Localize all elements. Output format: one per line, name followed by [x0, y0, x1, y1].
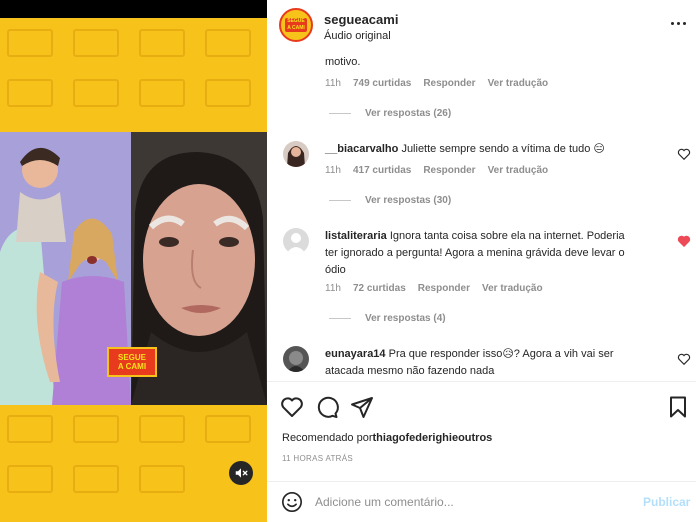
- emoji-icon[interactable]: [281, 491, 303, 513]
- view-replies-button[interactable]: Ver respostas (26): [329, 108, 451, 119]
- comment-input[interactable]: [315, 493, 635, 511]
- comment-time[interactable]: 11h: [325, 165, 341, 176]
- audio-label[interactable]: Áudio original: [324, 30, 391, 42]
- comment-text: __biacarvalho Juliette sempre sendo a ví…: [325, 143, 605, 155]
- comment-time[interactable]: 11h: [325, 78, 341, 89]
- comments-list[interactable]: motivo. 11h 749 curtidas Responder Ver t…: [267, 50, 696, 382]
- publish-button[interactable]: Publicar: [643, 495, 690, 509]
- comment-text: eunayara14 Pra que responder isso😥? Agor…: [325, 348, 614, 377]
- comment-username[interactable]: eunayara14: [325, 348, 386, 360]
- comment-meta: 11h 417 curtidas Responder Ver tradução: [325, 165, 548, 176]
- comment-time[interactable]: 11h: [325, 283, 341, 294]
- heart-icon[interactable]: [280, 395, 304, 419]
- avatar[interactable]: SEGUE A CAMI: [279, 8, 313, 42]
- more-options-button[interactable]: [668, 16, 688, 30]
- speaker-muted-icon: [235, 468, 248, 478]
- reply-button[interactable]: Responder: [423, 165, 475, 176]
- avatar[interactable]: [283, 141, 309, 167]
- comment-username[interactable]: listaliteraria: [325, 230, 387, 242]
- translate-button[interactable]: Ver tradução: [482, 283, 543, 294]
- post-header: SEGUE A CAMI segueacami Áudio original: [267, 0, 696, 50]
- comment-meta: 11h 72 curtidas Responder Ver tradução: [325, 283, 543, 294]
- recommended-by-link[interactable]: thiagofederighieoutros: [373, 432, 493, 444]
- translate-button[interactable]: Ver tradução: [488, 165, 549, 176]
- comment-likes[interactable]: 749 curtidas: [353, 78, 411, 89]
- video-top-bar: [0, 0, 267, 18]
- liked-comment-heart-icon[interactable]: [677, 234, 691, 248]
- avatar[interactable]: [283, 346, 309, 372]
- reply-button[interactable]: Responder: [418, 283, 470, 294]
- comment-icon[interactable]: [315, 395, 339, 419]
- post-details-panel: SEGUE A CAMI segueacami Áudio original mo…: [267, 0, 696, 522]
- share-icon[interactable]: [350, 395, 374, 419]
- comment-likes[interactable]: 417 curtidas: [353, 165, 411, 176]
- comment-username[interactable]: __biacarvalho: [325, 143, 398, 155]
- more-horizontal-icon: [670, 21, 674, 25]
- recommended-by: Recomendado porthiagofederighieoutros: [282, 432, 493, 444]
- comment-text: motivo.: [325, 56, 361, 68]
- post-time[interactable]: 11 HORAS ATRÁS: [282, 454, 353, 463]
- brand-logo-icon: SEGUE A CAMI: [285, 18, 307, 32]
- add-comment-bar: Publicar: [267, 481, 696, 522]
- comment-text: listaliteraria Ignora tanta coisa sobre …: [325, 230, 625, 276]
- post-video[interactable]: SEGUE A CAMI: [0, 0, 267, 522]
- reply-button[interactable]: Responder: [423, 78, 475, 89]
- author-username[interactable]: segueacami: [324, 12, 398, 27]
- instagram-post-view: SEGUE A CAMI SEGUE A CAMI segueacami Áudi…: [0, 0, 696, 522]
- comment-likes[interactable]: 72 curtidas: [353, 283, 406, 294]
- post-actions: Recomendado porthiagofederighieoutros 11…: [267, 382, 696, 482]
- view-replies-button[interactable]: Ver respostas (30): [329, 195, 451, 206]
- like-comment-heart-icon[interactable]: [677, 147, 691, 161]
- avatar[interactable]: [283, 228, 309, 254]
- mute-button[interactable]: [229, 461, 253, 485]
- comment-meta: 11h 749 curtidas Responder Ver tradução: [325, 78, 548, 89]
- bookmark-icon[interactable]: [666, 395, 690, 419]
- segue-a-cami-badge: SEGUE A CAMI: [107, 347, 157, 377]
- like-comment-heart-icon[interactable]: [677, 352, 691, 366]
- view-replies-button[interactable]: Ver respostas (4): [329, 313, 446, 324]
- translate-button[interactable]: Ver tradução: [488, 78, 549, 89]
